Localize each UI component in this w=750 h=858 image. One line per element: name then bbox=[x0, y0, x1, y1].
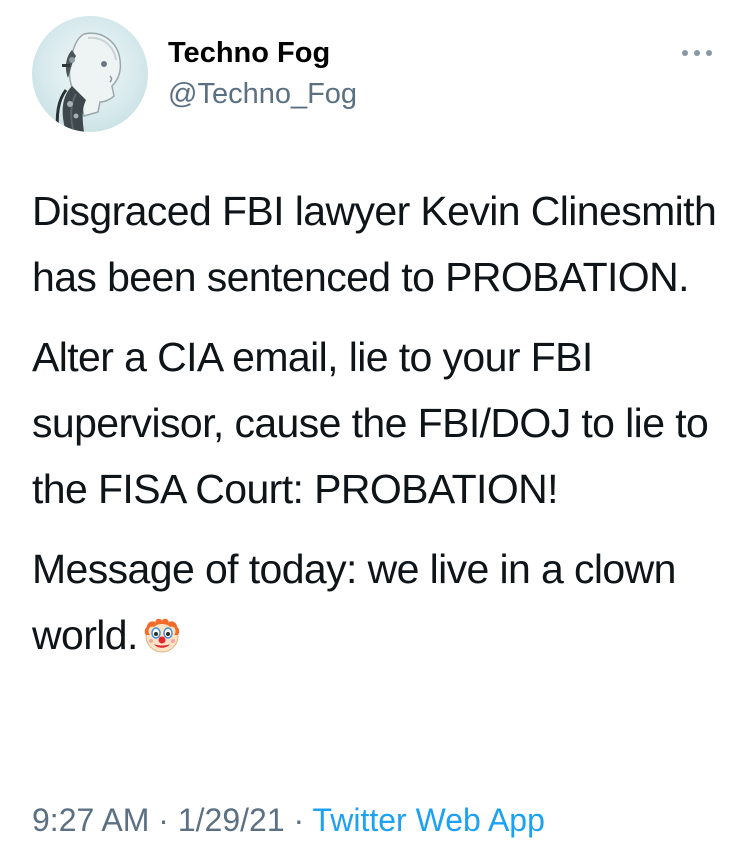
tweet-paragraph: Disgraced FBI lawyer Kevin Clinesmith ha… bbox=[32, 188, 717, 300]
tweet-meta: 9:27 AM · 1/29/21 · Twitter Web App bbox=[32, 798, 545, 842]
tweet-time[interactable]: 9:27 AM bbox=[32, 802, 149, 838]
robot-portrait-icon bbox=[55, 32, 122, 132]
tweet-paragraph-last: Message of today: we live in a clown wor… bbox=[32, 536, 732, 674]
author-names: Techno Fog @Techno_Fog bbox=[168, 36, 357, 112]
tweet-card: Techno Fog @Techno_Fog Disgraced FBI law… bbox=[0, 0, 750, 858]
display-name[interactable]: Techno Fog bbox=[168, 36, 357, 70]
tweet-paragraph-text: Message of today: we live in a clown wor… bbox=[32, 546, 676, 658]
tweet-text: Disgraced FBI lawyer Kevin Clinesmith ha… bbox=[32, 178, 732, 688]
tweet-paragraph: Alter a CIA email, lie to your FBI super… bbox=[32, 334, 709, 512]
clown-face-emoji-icon bbox=[142, 608, 182, 674]
meta-separator: · bbox=[293, 802, 305, 838]
user-handle[interactable]: @Techno_Fog bbox=[168, 76, 357, 112]
meta-separator: · bbox=[158, 802, 169, 838]
avatar[interactable] bbox=[32, 16, 148, 132]
tweet-source-link[interactable]: Twitter Web App bbox=[312, 802, 544, 838]
more-horizontal-icon[interactable] bbox=[680, 46, 714, 58]
tweet-header: Techno Fog @Techno_Fog bbox=[32, 16, 722, 134]
tweet-date[interactable]: 1/29/21 bbox=[178, 802, 285, 838]
